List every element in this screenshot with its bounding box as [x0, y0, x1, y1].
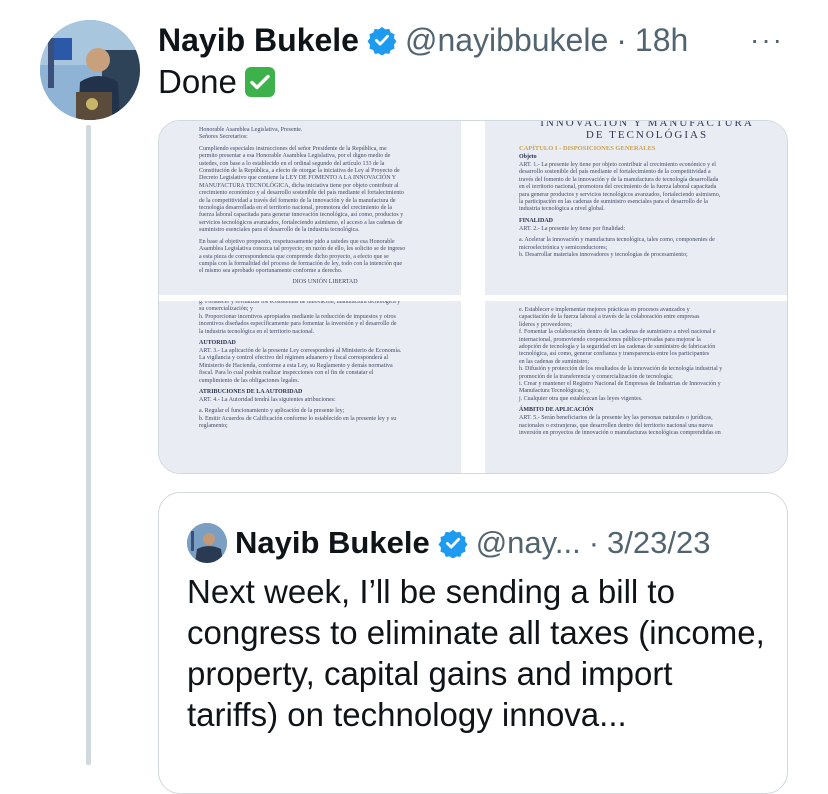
document-text-line: internacional, promoviendo cooperaciones…: [519, 336, 701, 343]
document-4-top-text: e. Establecer e implementar mejores prác…: [519, 307, 775, 403]
document-text-line: el mismo sea aprobado oportunamente conf…: [199, 268, 343, 275]
document-text-line: ustedes, con base a lo establecido en el…: [199, 160, 385, 167]
tweet-text: Done: [158, 62, 275, 102]
document-3-autoridad-text: ART. 3.- La aplicación de la presente Le…: [199, 348, 451, 385]
quoted-header-separator: ·: [588, 525, 600, 560]
document-text-line: para generar productos y servicios tecno…: [519, 191, 721, 198]
document-image-3[interactable]: g. Fortalecer y revitalizar los ecosiste…: [159, 301, 461, 473]
author-avatar[interactable]: [40, 20, 140, 120]
document-2-title-bottom: DE TECNOLÓGIAS: [585, 129, 709, 141]
quoted-tweet[interactable]: Nayib Bukele @nay... · 3/23/23 Next week…: [158, 492, 788, 794]
document-text-line: desarrollo sostenible del país mediante …: [519, 169, 711, 176]
document-text-line: La vigilancia y control efectivo del rég…: [199, 355, 389, 362]
avatar-image: [40, 20, 140, 120]
document-text-line: Señores Secretarios:: [199, 134, 248, 141]
document-text-line: reglamento;: [199, 423, 228, 430]
document-2-chapter: CAPÍTULO I - DISPOSICIONES GENERALES: [519, 145, 656, 152]
document-text-line: ART. 5.- Serán beneficiarios de la prese…: [519, 415, 713, 422]
document-text-line: Decreto Legislativo que contiene la LEY …: [199, 175, 397, 182]
document-text-line: incentivos diseñados específicamente par…: [199, 321, 397, 328]
tweet-text-content: Done: [158, 63, 237, 100]
document-text-line: de la competitividad a través del foment…: [199, 197, 396, 204]
quoted-author-handle[interactable]: @nay...: [476, 525, 581, 561]
document-text-line: a. Acelerar la innovación y manufactura …: [519, 237, 715, 244]
document-text-line: Honorable Asamblea Legislativa, Presente…: [199, 127, 303, 133]
document-text-line: a esta pieza de correspondencia que comp…: [199, 253, 389, 260]
document-text-line: b. Emitir Acuerdos de Calificación confo…: [199, 415, 397, 422]
document-text-line: industria tecnológica a nivel global.: [519, 206, 605, 213]
document-4-ambito-text: ART. 5.- Serán beneficiarios de la prese…: [519, 415, 775, 437]
verified-badge-icon: [438, 528, 468, 559]
document-text-line: Cumpliendo especiales instrucciones del …: [199, 145, 387, 152]
document-text-line: la participación en las cadenas de sumin…: [519, 199, 708, 206]
document-4-ambito-heading: ÁMBITO DE APLICACIÓN: [519, 407, 594, 414]
more-options-icon[interactable]: ···: [750, 24, 784, 56]
document-text-line: capacitación de la fuerza laboral a trav…: [519, 314, 700, 321]
author-handle[interactable]: @nayibbukele: [405, 22, 608, 59]
author-name[interactable]: Nayib Bukele: [158, 22, 359, 59]
document-text-line: promoción de la transferencia y comercia…: [519, 373, 673, 380]
document-2-finalidad-heading: FINALIDAD: [519, 217, 554, 224]
header-separator: ·: [616, 21, 627, 58]
document-text-line: cumplimiento de las obligaciones legales…: [199, 377, 300, 384]
quoted-tweet-date[interactable]: 3/23/23: [607, 525, 710, 561]
document-text-line: suministro esenciales para el desarrollo…: [199, 227, 360, 234]
document-text-line: tecnológica, así como, generar confianza…: [519, 351, 710, 358]
document-text-line: h. Difusión y protección de los resultad…: [519, 366, 723, 373]
thread-line: [86, 125, 91, 765]
document-text-line: ART. 4.- La Autoridad tendrá las siguien…: [199, 397, 336, 404]
document-text-line: la industria tecnológica en el territori…: [199, 328, 315, 335]
document-text-line: j. Cualquier otra que establezcan las le…: [519, 395, 643, 402]
document-image-2[interactable]: INNOVACIÓN Y MANUFACTURA DE TECNOLÓGIAS …: [485, 121, 787, 295]
document-text-line: Manufactura Tecnológicas; y,: [519, 388, 590, 395]
document-text-line: permito presentar a esa Honorable Asambl…: [199, 153, 391, 160]
document-1-closing: DIOS UNIÓN LIBERTAD: [292, 278, 358, 285]
document-3-atribuciones-heading: ATRIBUCIONES DE LA AUTORIDAD: [199, 389, 303, 396]
document-1-text: Honorable Asamblea Legislativa, Presente…: [199, 127, 451, 276]
document-text-line: microelectrónica y semiconductores;: [519, 244, 608, 251]
document-text-line: crecimiento económico y al desarrollo so…: [199, 190, 404, 197]
document-text-line: nacionales o extranjeras, que desarrolle…: [519, 422, 713, 429]
document-3-autoridad-heading: AUTORIDAD: [199, 340, 236, 347]
document-text-line: ART. 2.- La presente ley tiene por final…: [519, 225, 625, 232]
quoted-author-name[interactable]: Nayib Bukele: [235, 525, 430, 561]
document-image-4[interactable]: e. Establecer e implementar mejores prác…: [485, 301, 787, 473]
document-3-top-text: g. Fortalecer y revitalizar los ecosiste…: [199, 301, 451, 336]
document-text-line: Asamblea Legislativa conozca tal proyect…: [199, 246, 406, 253]
verified-badge-icon: [367, 25, 397, 56]
document-text-line: inversión en proyectos de innovación o m…: [519, 430, 721, 437]
document-text-line: En base al objetivo propuesto, respetuos…: [199, 238, 395, 245]
document-2-objeto-text: ART. 1.- La presente ley tiene por objet…: [519, 162, 775, 214]
tweet-timestamp[interactable]: 18h: [635, 22, 688, 59]
quoted-author-avatar[interactable]: [187, 523, 227, 563]
media-gutter-horizontal: [159, 295, 787, 301]
document-text-line: su comercialización; y: [199, 306, 253, 313]
document-text-line: fiscal. Para lo cual podrán realizar ins…: [199, 370, 374, 377]
quoted-tweet-text: Next week, I’ll be sending a bill to con…: [187, 573, 765, 733]
check-mark-emoji-icon: [244, 67, 275, 97]
document-2-objeto-heading: Objeto: [519, 154, 537, 160]
document-3-atribuciones-text: ART. 4.- La Autoridad tendrá las siguien…: [199, 397, 451, 431]
document-text-line: f. Fomentar la colaboración dentro de la…: [519, 329, 716, 336]
quoted-tweet-header: Nayib Bukele @nay... · 3/23/23: [187, 523, 710, 563]
document-text-line: b. Desarrollar materiales innovadores y …: [519, 252, 688, 259]
document-text-line: a. Regular el funcionamiento y aplicació…: [199, 408, 345, 415]
document-text-line: servicios tecnológicos avanzados, fortal…: [199, 219, 403, 226]
tweet-header: Nayib Bukele @nayibbukele · 18h: [158, 18, 688, 62]
media-grid[interactable]: Honorable Asamblea Legislativa, Presente…: [158, 120, 788, 474]
document-2-title-top: INNOVACIÓN Y MANUFACTURA: [540, 121, 754, 129]
document-2-finalidad-text: ART. 2.- La presente ley tiene por final…: [519, 226, 775, 260]
document-text-line: fuerza laboral capacitada para generar i…: [199, 212, 404, 219]
document-text-line: en el territorio nacional, promotora del…: [519, 184, 717, 191]
document-image-1[interactable]: Honorable Asamblea Legislativa, Presente…: [159, 121, 461, 295]
